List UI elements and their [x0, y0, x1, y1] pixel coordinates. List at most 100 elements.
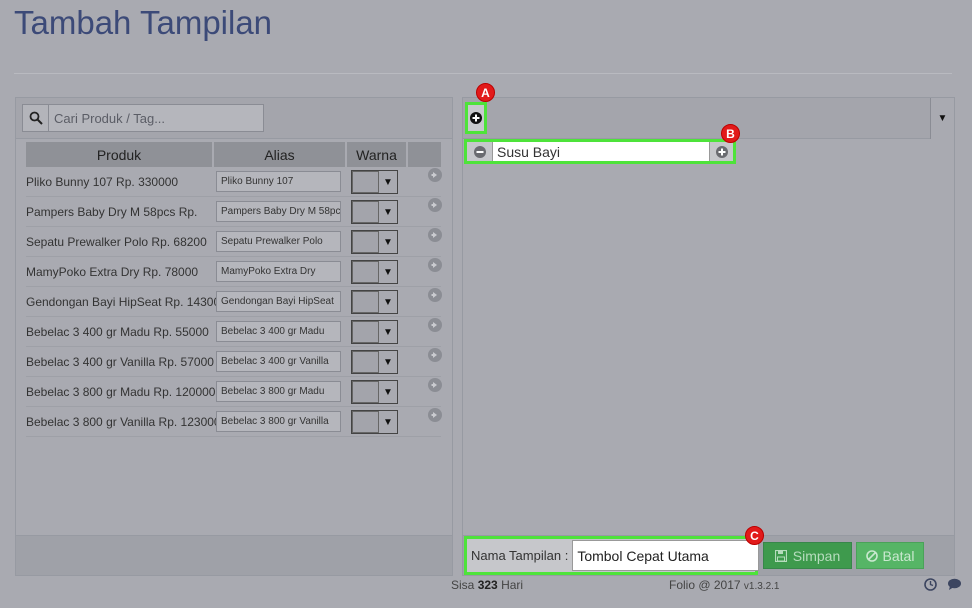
color-picker[interactable]: ▼: [351, 230, 398, 254]
floppy-icon: [774, 549, 787, 562]
marker-a: A: [476, 83, 495, 102]
dropdown-button[interactable]: ▼: [930, 98, 954, 139]
table-row: Bebelac 3 400 gr Vanilla Rp. 57000 ▼: [26, 347, 442, 377]
table-row: Bebelac 3 800 gr Madu Rp. 120000 ▼: [26, 377, 442, 407]
add-subtag-button[interactable]: [709, 142, 733, 161]
caret-down-icon: ▼: [937, 113, 948, 124]
table-row: Gendongan Bayi HipSeat Rp. 143000 ▼: [26, 287, 442, 317]
chat-icon[interactable]: [947, 578, 962, 591]
color-picker[interactable]: ▼: [351, 320, 398, 344]
display-name-group: Nama Tampilan :: [464, 536, 760, 575]
search-button[interactable]: [22, 104, 48, 132]
color-swatch: [352, 261, 379, 283]
table-body: Pliko Bunny 107 Rp. 330000▼Pampers Baby …: [26, 167, 442, 437]
product-name: Sepatu Prewalker Polo Rp. 68200: [26, 234, 207, 249]
product-panel: Produk Alias Warna Pliko Bunny 107 Rp. 3…: [15, 97, 453, 576]
arrow-right-circle-icon[interactable]: [428, 378, 442, 392]
alias-input[interactable]: [216, 291, 341, 312]
search-bar: [16, 98, 452, 139]
add-tag-button[interactable]: [465, 102, 487, 134]
arrow-right-circle-icon[interactable]: [428, 228, 442, 242]
product-name: Pliko Bunny 107 Rp. 330000: [26, 174, 179, 189]
display-name-input[interactable]: [572, 540, 760, 571]
table-header: Produk Alias Warna: [26, 142, 441, 167]
alias-input[interactable]: [216, 171, 341, 192]
arrow-right-circle-icon[interactable]: [428, 288, 442, 302]
header-warna: Warna: [347, 142, 408, 167]
plus-circle-icon: [470, 112, 482, 124]
alias-input[interactable]: [216, 261, 341, 282]
alias-input[interactable]: [216, 321, 341, 342]
color-picker[interactable]: ▼: [351, 170, 398, 194]
table-row: MamyPoko Extra Dry Rp. 78000 ▼: [26, 257, 442, 287]
arrow-right-circle-icon[interactable]: [428, 168, 442, 182]
caret-down-icon: ▼: [383, 236, 393, 248]
product-name: MamyPoko Extra Dry Rp. 78000: [26, 264, 199, 279]
remaining-suffix: Hari: [501, 578, 524, 592]
color-picker[interactable]: ▼: [351, 410, 398, 434]
save-label: Simpan: [792, 547, 841, 564]
product-name: Bebelac 3 400 gr Vanilla Rp. 57000: [26, 354, 214, 369]
search-input[interactable]: [48, 104, 264, 132]
caret-down-icon: ▼: [383, 386, 393, 398]
color-picker[interactable]: ▼: [351, 380, 398, 404]
ban-icon: [865, 549, 878, 562]
remove-tag-button[interactable]: [467, 142, 493, 161]
caret-down-icon: ▼: [383, 266, 393, 278]
arrow-right-circle-icon[interactable]: [428, 318, 442, 332]
status-icons: [924, 578, 962, 591]
search-icon: [29, 111, 43, 125]
color-picker[interactable]: ▼: [351, 200, 398, 224]
alias-input[interactable]: [216, 351, 341, 372]
alias-input[interactable]: [216, 411, 341, 432]
marker-c: C: [745, 526, 764, 545]
color-picker[interactable]: ▼: [351, 350, 398, 374]
color-picker[interactable]: ▼: [351, 290, 398, 314]
product-table: Produk Alias Warna Pliko Bunny 107 Rp. 3…: [26, 142, 442, 437]
display-panel-header: ▼: [463, 98, 954, 139]
arrow-right-circle-icon[interactable]: [428, 408, 442, 422]
alias-input[interactable]: [216, 231, 341, 252]
header-produk: Produk: [26, 142, 214, 167]
caret-down-icon: ▼: [383, 326, 393, 338]
cancel-button[interactable]: Batal: [856, 542, 924, 569]
product-name: Bebelac 3 800 gr Vanilla Rp. 123000: [26, 414, 221, 429]
header-alias: Alias: [214, 142, 347, 167]
caret-down-icon: ▼: [383, 206, 393, 218]
remaining-count: 323: [477, 578, 498, 592]
table-row: Bebelac 3 800 gr Vanilla Rp. 123000 ▼: [26, 407, 442, 437]
app-version: Folio @ 2017 v1.3.2.1: [669, 578, 780, 592]
version-number: v1.3.2.1: [743, 581, 780, 592]
save-button[interactable]: Simpan: [763, 542, 852, 569]
color-swatch: [352, 381, 379, 403]
tag-input[interactable]: [493, 142, 709, 161]
color-swatch: [352, 321, 379, 343]
arrow-right-circle-icon[interactable]: [428, 258, 442, 272]
product-name: Bebelac 3 400 gr Madu Rp. 55000: [26, 324, 209, 339]
table-row: Pampers Baby Dry M 58pcs Rp. ▼: [26, 197, 442, 227]
product-name: Bebelac 3 800 gr Madu Rp. 120000: [26, 384, 216, 399]
color-swatch: [352, 351, 379, 373]
page-title: Tambah Tampilan: [14, 4, 273, 41]
arrow-right-circle-icon[interactable]: [428, 348, 442, 362]
alias-input[interactable]: [216, 201, 341, 222]
caret-down-icon: ▼: [383, 356, 393, 368]
display-panel-footer: Nama Tampilan : Simpan Batal: [463, 535, 954, 575]
arrow-right-circle-icon[interactable]: [428, 198, 442, 212]
product-name: Pampers Baby Dry M 58pcs Rp.: [26, 204, 198, 219]
color-swatch: [352, 171, 379, 193]
divider: [14, 73, 952, 74]
table-row: Bebelac 3 400 gr Madu Rp. 55000 ▼: [26, 317, 442, 347]
app-name: Folio @ 2017: [669, 578, 741, 592]
cancel-label: Batal: [882, 547, 915, 564]
color-swatch: [352, 411, 379, 433]
tag-row: [464, 139, 736, 164]
table-row: Sepatu Prewalker Polo Rp. 68200 ▼: [26, 227, 442, 257]
clock-icon[interactable]: [924, 578, 937, 591]
caret-down-icon: ▼: [383, 296, 393, 308]
color-swatch: [352, 231, 379, 253]
alias-input[interactable]: [216, 381, 341, 402]
color-picker[interactable]: ▼: [351, 260, 398, 284]
caret-down-icon: ▼: [383, 176, 393, 188]
color-swatch: [352, 201, 379, 223]
